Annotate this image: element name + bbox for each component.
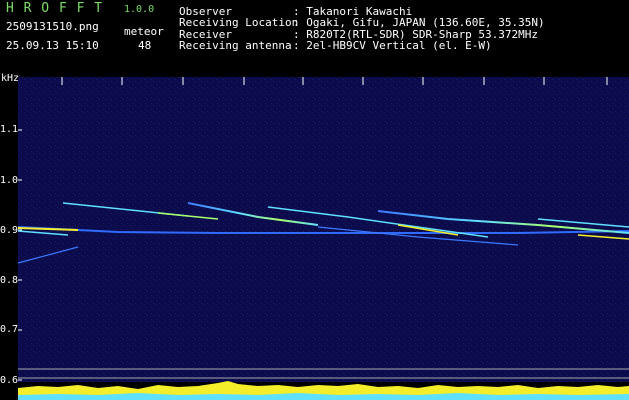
y-tick-label: 1.1	[0, 124, 19, 135]
y-axis-unit: kHz	[1, 73, 20, 84]
datetime: 25.09.13 15:10	[6, 39, 99, 52]
app-name: H R O F F T	[6, 1, 104, 16]
info-label-antenna: Receiving antenna	[179, 39, 292, 52]
meteor-label: meteor	[124, 25, 164, 38]
y-tick-label: 0.8	[0, 275, 19, 286]
spectrogram-plot	[18, 77, 629, 400]
info-value-antenna: : 2el-HB9CV Vertical (el. E-W)	[293, 39, 492, 52]
y-tick-label: 0.7	[0, 324, 19, 335]
app-version: 1.0.0	[124, 4, 155, 15]
hrofft-window: H R O F F T 1.0.0 2509131510.png 25.09.1…	[0, 0, 629, 400]
plot-background	[18, 77, 629, 400]
meteor-count: 48	[138, 39, 152, 52]
y-tick-label: 0.9	[0, 225, 19, 236]
y-tick-label: 1.0	[0, 175, 19, 186]
filename: 2509131510.png	[6, 20, 99, 33]
y-tick-label: 0.6	[0, 375, 19, 386]
